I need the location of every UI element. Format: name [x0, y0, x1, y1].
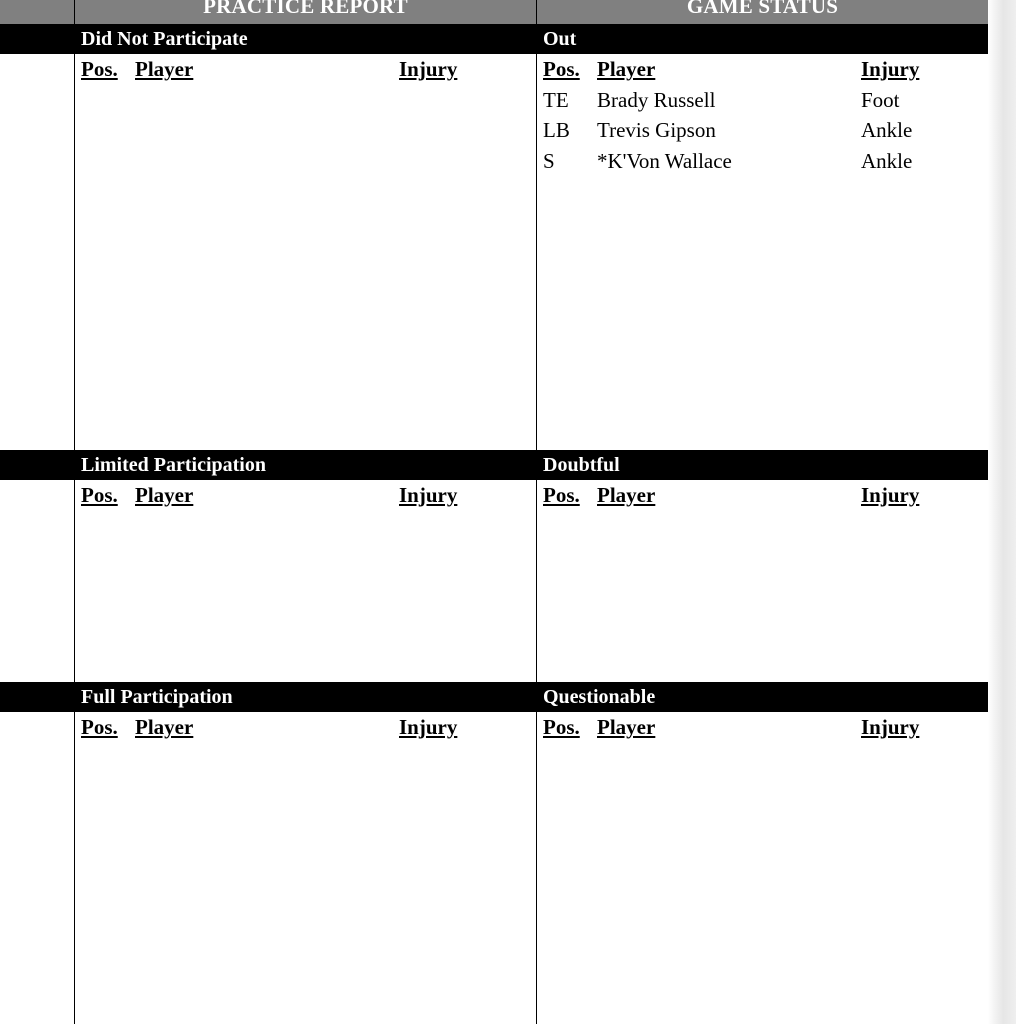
- frag-spacer-b: [0, 85, 74, 116]
- cell-player: *K'Von Wallace: [597, 148, 732, 173]
- team-header-left-label: PRACTICE REPORT: [203, 0, 408, 18]
- team-header-spacer: [0, 0, 75, 25]
- clipped-fragment-3: est: [0, 176, 74, 207]
- table-header-row: Pos. Player Injury: [537, 480, 1016, 511]
- team-header-left-cell: PRACTICE REPORT: [74, 0, 537, 25]
- table-row: S *K'Von Wallace Ankle: [537, 146, 1016, 177]
- section-title-doubtful: Doubtful: [543, 453, 620, 476]
- team-header-right-label: GAME STATUS: [686, 0, 839, 18]
- table-header-row: Pos. Player Injury: [537, 54, 1016, 85]
- doubtful-cell: Pos. Player Injury: [536, 478, 989, 684]
- clipped-fragment-1: st: [0, 115, 74, 146]
- section-band-spacer-2: [0, 449, 75, 480]
- section-filler-full: [75, 743, 536, 1024]
- clipped-left-column-3: [0, 711, 75, 1024]
- column-header-injury: Injury: [861, 482, 920, 507]
- document-page: PRACTICE REPORT GAME STATUS Did Not Part…: [0, 0, 989, 1024]
- cell-injury: Ankle: [861, 148, 913, 173]
- table-header-row: Pos. Player Injury: [75, 712, 593, 743]
- cell-pos: S: [543, 148, 555, 173]
- column-header-player: Player: [597, 57, 656, 81]
- clipped-fragment-4: hest: [0, 207, 74, 238]
- section-title-full-participation: Full Participation: [81, 686, 233, 709]
- section-body-row-did-not-participate: st est hest Pos. Player Injury: [0, 53, 989, 451]
- column-header-pos: Pos.: [81, 482, 118, 507]
- cell-injury: Foot: [861, 87, 900, 112]
- clipped-left-injury-column: st est hest: [0, 53, 75, 451]
- section-band-right-2: Doubtful: [536, 449, 989, 480]
- out-cell: Pos. Player Injury TE Brady Russell Foot…: [536, 53, 989, 451]
- table-header-row: Pos. Player Injury: [75, 54, 593, 85]
- section-title-limited-participation: Limited Participation: [81, 453, 266, 476]
- team-header-right-cell: GAME STATUS: [536, 0, 989, 25]
- cell-pos: TE: [543, 87, 569, 112]
- section-filler-doubtful: [537, 510, 988, 682]
- section-band-right-3: Questionable: [536, 682, 989, 713]
- section-band-spacer-3: [0, 682, 75, 713]
- section-band-left-3: Full Participation: [74, 682, 537, 713]
- cell-player: Trevis Gipson: [597, 118, 716, 143]
- column-header-pos: Pos.: [81, 715, 118, 740]
- table-header-row: Pos. Player Injury: [537, 712, 1016, 743]
- section-band-left-1: Did Not Participate: [74, 24, 537, 54]
- section-body-row-limited-participation: Pos. Player Injury Pos. Player Injury: [0, 478, 989, 684]
- document-viewport[interactable]: PRACTICE REPORT GAME STATUS Did Not Part…: [0, 0, 1016, 1024]
- column-header-pos: Pos.: [543, 482, 580, 507]
- column-header-injury: Injury: [861, 57, 920, 81]
- section-band-right-1: Out: [536, 24, 989, 54]
- section-filler-dnp: [75, 85, 536, 297]
- full-participation-cell: Pos. Player Injury: [74, 711, 537, 1024]
- limited-participation-table: Pos. Player Injury: [75, 480, 593, 511]
- clipped-left-column-2: [0, 478, 75, 684]
- section-band-row-did-not-participate: Did Not Participate Out: [0, 24, 989, 54]
- cell-pos: LB: [543, 118, 570, 143]
- section-filler-limited: [75, 510, 536, 682]
- team-header-row: PRACTICE REPORT GAME STATUS: [0, 0, 989, 25]
- table-row: TE Brady Russell Foot: [537, 85, 1016, 116]
- section-band-spacer-1: [0, 24, 75, 54]
- section-filler-left-1: [0, 238, 74, 450]
- column-header-player: Player: [135, 482, 194, 507]
- section-band-row-limited-participation: Limited Participation Doubtful: [0, 449, 989, 480]
- section-filler-left-2: [0, 480, 74, 652]
- column-header-injury: Injury: [861, 715, 920, 740]
- frag-spacer-a: [0, 54, 74, 85]
- section-title-questionable: Questionable: [543, 686, 656, 709]
- out-table: Pos. Player Injury TE Brady Russell Foot…: [537, 54, 1016, 176]
- limited-participation-cell: Pos. Player Injury: [74, 478, 537, 684]
- section-filler-questionable: [537, 743, 988, 1024]
- table-row: LB Trevis Gipson Ankle: [537, 115, 1016, 146]
- questionable-cell: Pos. Player Injury: [536, 711, 989, 1024]
- did-not-participate-table: Pos. Player Injury: [75, 54, 593, 85]
- injury-report-table: PRACTICE REPORT GAME STATUS Did Not Part…: [0, 0, 989, 1024]
- cell-player: Brady Russell: [597, 87, 716, 112]
- section-title-out: Out: [543, 28, 577, 50]
- section-filler-left-3: [0, 712, 74, 1012]
- questionable-table: Pos. Player Injury: [537, 712, 1016, 743]
- full-participation-table: Pos. Player Injury: [75, 712, 593, 743]
- column-header-player: Player: [597, 715, 656, 740]
- column-header-player: Player: [135, 57, 194, 81]
- column-header-pos: Pos.: [81, 57, 118, 81]
- section-title-did-not-participate: Did Not Participate: [81, 28, 248, 50]
- section-band-row-full-participation: Full Participation Questionable: [0, 682, 989, 713]
- column-header-player: Player: [135, 715, 194, 740]
- column-header-player: Player: [597, 482, 656, 507]
- column-header-pos: Pos.: [543, 715, 580, 740]
- clipped-fragment-2: [0, 146, 74, 177]
- section-filler-out: [537, 176, 988, 388]
- section-body-row-full-participation: Pos. Player Injury Pos. Player Injury: [0, 711, 989, 1024]
- column-header-pos: Pos.: [543, 57, 580, 81]
- cell-injury: Ankle: [861, 118, 913, 143]
- doubtful-table: Pos. Player Injury: [537, 480, 1016, 511]
- section-band-left-2: Limited Participation: [74, 449, 537, 480]
- did-not-participate-cell: Pos. Player Injury: [74, 53, 537, 451]
- table-header-row: Pos. Player Injury: [75, 480, 593, 511]
